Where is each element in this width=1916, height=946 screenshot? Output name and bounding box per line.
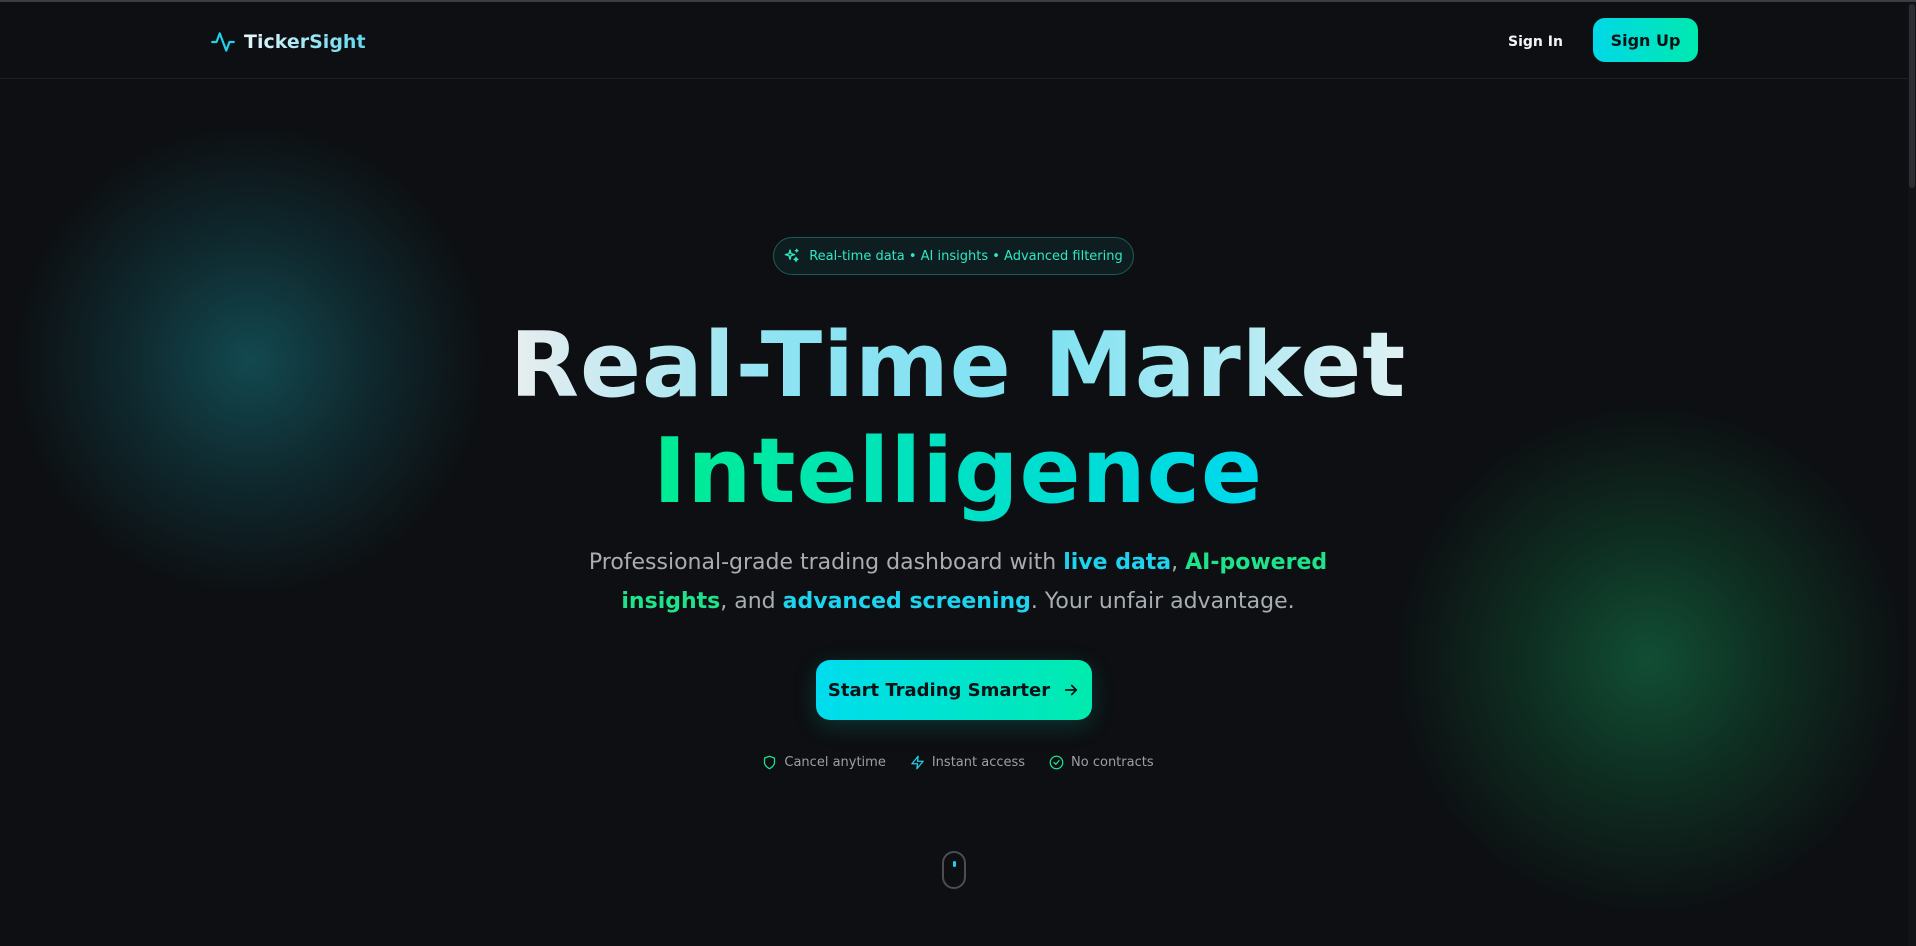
landing-page: TickerSight Sign In Sign Up Real-time da… — [0, 0, 1916, 946]
feature-label: No contracts — [1071, 754, 1154, 770]
scrollbar-thumb[interactable] — [1909, 4, 1915, 188]
hero-title-line2-text: Intelligence — [652, 419, 1264, 524]
sparkles-icon — [784, 248, 799, 262]
feature-no-contracts: No contracts — [1049, 755, 1154, 770]
hero-title-line2: Intelligence — [0, 418, 1916, 526]
feature-badge: Real-time data • AI insights • Advanced … — [773, 237, 1134, 275]
subtitle-part1: Professional-grade trading dashboard wit… — [588, 550, 1064, 575]
subtitle-part3: . Your unfair advantage. — [1030, 589, 1295, 614]
scroll-indicator-mouse-icon[interactable] — [942, 851, 966, 889]
shield-icon — [764, 755, 776, 769]
activity-pulse-icon — [211, 32, 235, 52]
hero-title-line1: Real-Time Market — [0, 312, 1916, 420]
subtitle-highlight-live-data: live data — [1063, 550, 1172, 575]
scroll-indicator-dot — [953, 861, 956, 867]
sign-in-link[interactable]: Sign In — [1508, 28, 1563, 56]
brand-logo-link[interactable]: TickerSight — [210, 26, 366, 58]
hero-subtitle: Professional-grade trading dashboard wit… — [580, 543, 1336, 621]
feature-instant-access: Instant access — [910, 755, 1025, 770]
lightning-icon — [911, 755, 924, 769]
arrow-right-icon — [1065, 684, 1078, 696]
subtitle-separator: , — [1171, 550, 1186, 575]
feature-label: Cancel anytime — [784, 754, 886, 770]
feature-label: Instant access — [931, 754, 1026, 770]
navbar: TickerSight Sign In Sign Up — [0, 2, 1916, 79]
badge-text: Real-time data • AI insights • Advanced … — [809, 248, 1123, 264]
sign-up-button[interactable]: Sign Up — [1593, 18, 1698, 62]
feature-list: Cancel anytime Instant access No contrac… — [0, 750, 1916, 774]
check-circle-icon — [1049, 755, 1064, 769]
feature-cancel-anytime: Cancel anytime — [762, 754, 886, 770]
subtitle-part2: , and — [720, 589, 783, 614]
start-trading-button[interactable]: Start Trading Smarter — [816, 660, 1092, 720]
hero-title-line1-text: Real-Time Market — [509, 313, 1407, 418]
subtitle-highlight-advanced-screening: advanced screening — [782, 589, 1031, 614]
brand-name: TickerSight — [244, 31, 366, 53]
cta-label: Start Trading Smarter — [827, 679, 1051, 701]
